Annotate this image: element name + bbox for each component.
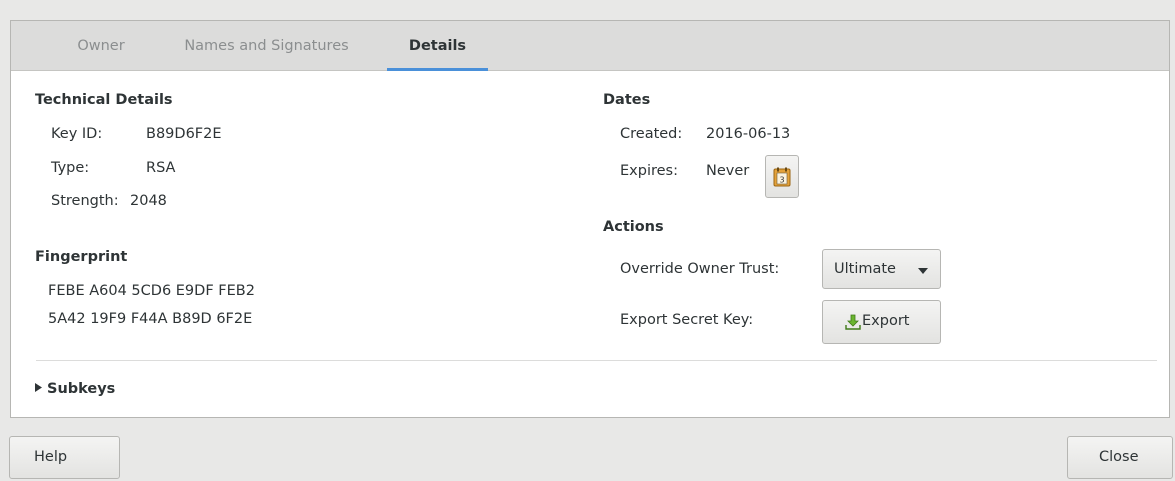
strength-value: 2048	[130, 193, 167, 209]
tab-details[interactable]: Details	[387, 21, 488, 71]
export-button[interactable]: Export	[822, 300, 941, 344]
fingerprint-line-2: 5A42 19F9 F44A B89D 6F2E	[48, 311, 253, 327]
export-secret-key-label: Export Secret Key:	[620, 312, 754, 328]
help-button[interactable]: Help	[9, 436, 120, 479]
created-label: Created:	[620, 126, 683, 142]
dates-heading: Dates	[603, 92, 651, 108]
technical-details-heading: Technical Details	[35, 92, 173, 108]
tab-bar: Owner Names and Signatures Details	[11, 21, 1169, 71]
created-value: 2016-06-13	[706, 126, 791, 142]
fingerprint-line-1: FEBE A604 5CD6 E9DF FEB2	[48, 283, 255, 299]
close-button[interactable]: Close	[1067, 436, 1173, 479]
calendar-icon: 3	[773, 167, 791, 187]
subkeys-label: Subkeys	[47, 381, 116, 397]
tab-owner[interactable]: Owner	[61, 21, 141, 70]
owner-trust-value: Ultimate	[834, 261, 896, 277]
override-owner-trust-label: Override Owner Trust:	[620, 261, 780, 277]
export-icon	[845, 314, 861, 330]
type-label: Type:	[51, 160, 90, 176]
expires-value: Never	[706, 163, 750, 179]
expiry-calendar-button[interactable]: 3	[765, 155, 799, 198]
svg-text:3: 3	[779, 176, 784, 185]
tab-names-and-signatures[interactable]: Names and Signatures	[149, 21, 384, 70]
close-button-label: Close	[1099, 449, 1139, 465]
export-button-label: Export	[862, 313, 910, 329]
key-id-label: Key ID:	[51, 126, 103, 142]
subkeys-expander[interactable]: Subkeys	[35, 381, 115, 397]
strength-label: Strength:	[51, 193, 119, 209]
key-id-value: B89D6F2E	[146, 126, 222, 142]
actions-heading: Actions	[603, 219, 664, 235]
type-value: RSA	[146, 160, 176, 176]
expander-arrow-icon	[35, 383, 42, 392]
owner-trust-dropdown[interactable]: Ultimate	[822, 249, 941, 289]
fingerprint-heading: Fingerprint	[35, 249, 128, 265]
help-button-label: Help	[34, 449, 68, 465]
section-divider	[36, 360, 1157, 361]
details-dialog-panel: Owner Names and Signatures Details Techn…	[10, 20, 1170, 418]
chevron-down-icon	[918, 268, 928, 274]
expires-label: Expires:	[620, 163, 678, 179]
